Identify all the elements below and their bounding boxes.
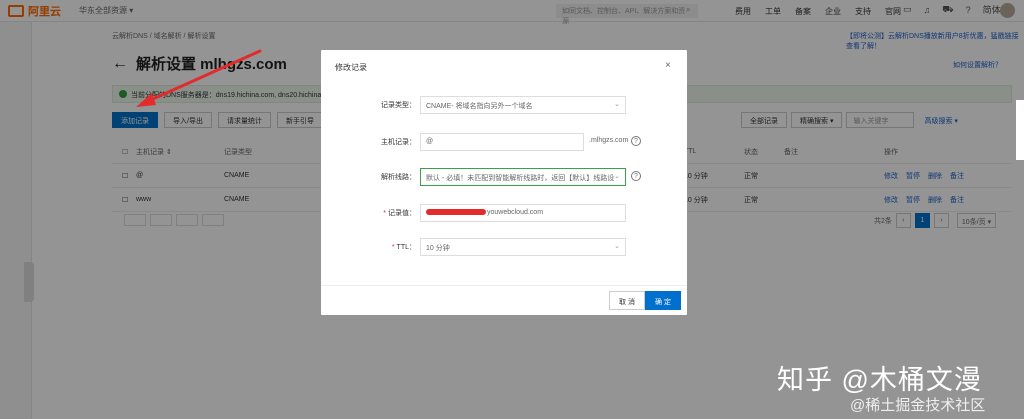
ttl-row: * TTL： 10 分钟 ⌄ [321, 238, 687, 256]
record-type-label: 记录类型： [381, 102, 416, 109]
ttl-select[interactable]: 10 分钟 ⌄ [420, 238, 626, 256]
record-value-input[interactable]: youwebcloud.com [420, 204, 626, 222]
juejin-watermark: @稀土掘金技术社区 [850, 397, 986, 414]
zhihu-watermark: 知乎 @木桶文漫 [777, 365, 982, 395]
record-value-row: * 记录值： youwebcloud.com [321, 204, 687, 222]
confirm-button[interactable]: 确 定 [645, 291, 681, 310]
required-mark: * [391, 244, 395, 251]
ttl-label: * TTL： [391, 244, 416, 251]
resolution-line-select[interactable]: 默认 - 必填！未匹配到智能解析线路时，返回【默认】线路设... ⌄ [420, 168, 626, 186]
record-type-row: 记录类型： CNAME- 将域名指向另外一个域名 ⌄ [321, 96, 687, 114]
record-type-select[interactable]: CNAME- 将域名指向另外一个域名 ⌄ [420, 96, 626, 114]
host-record-row: 主机记录： @ .mlhgzs.com ? [321, 133, 687, 151]
chevron-down-icon: ⌄ [614, 243, 620, 250]
required-mark: * [383, 210, 386, 217]
dialog-title: 修改记录 [335, 63, 367, 72]
resolution-line-label: 解析线路： [381, 174, 416, 181]
dialog-footer-divider [321, 285, 687, 286]
close-icon[interactable]: × [665, 60, 671, 71]
question-icon[interactable]: ? [631, 171, 641, 181]
resolution-line-row: 解析线路： 默认 - 必填！未匹配到智能解析线路时，返回【默认】线路设... ⌄… [321, 168, 687, 186]
annotation-arrow [136, 49, 262, 107]
host-record-label: 主机记录： [381, 139, 416, 146]
chevron-down-icon: ⌄ [614, 172, 620, 180]
scrollbar[interactable] [1016, 100, 1024, 160]
host-record-input[interactable]: @ [420, 133, 584, 151]
edit-record-dialog: 修改记录 × 记录类型： CNAME- 将域名指向另外一个域名 ⌄ 主机记录： … [321, 50, 687, 315]
cancel-button[interactable]: 取 消 [609, 291, 645, 310]
question-icon[interactable]: ? [631, 136, 641, 146]
domain-suffix: .mlhgzs.com [589, 137, 629, 144]
record-value-label: * 记录值： [383, 210, 416, 217]
redaction-mark [426, 209, 486, 216]
chevron-down-icon: ⌄ [614, 101, 620, 108]
